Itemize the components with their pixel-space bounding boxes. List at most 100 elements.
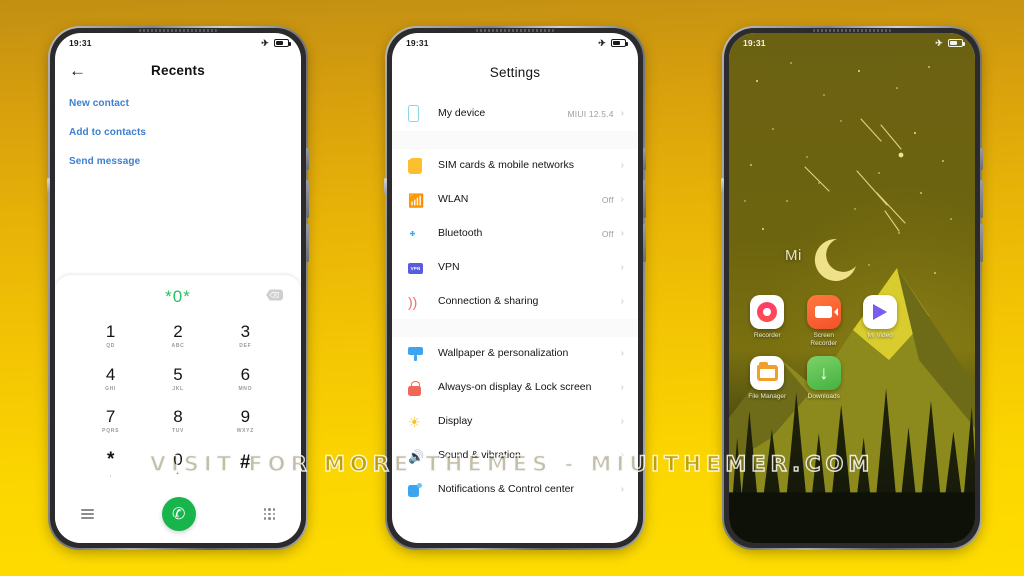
- side-button-volume-down[interactable]: [306, 180, 309, 218]
- key-digit: 3: [240, 322, 251, 342]
- key-9[interactable]: 9 WXYZ: [212, 400, 279, 443]
- app-mi-video[interactable]: Mi Video: [852, 295, 909, 348]
- downloads-app-icon: ↓: [806, 356, 841, 391]
- side-button-volume-down[interactable]: [980, 180, 983, 218]
- battery-icon: [274, 39, 291, 47]
- status-icons: ✈: [598, 38, 628, 48]
- key-star[interactable]: * ,: [77, 443, 144, 486]
- chevron-right-icon: ›: [620, 107, 624, 119]
- side-button-volume-down[interactable]: [643, 180, 646, 218]
- settings-row-display[interactable]: ☀ Display ›: [392, 405, 638, 439]
- key-digit: 7: [105, 407, 116, 427]
- chevron-right-icon: ›: [620, 296, 624, 307]
- mi-widget-text: Mi: [785, 247, 802, 264]
- settings-row-label: Always-on display & Lock screen: [438, 381, 592, 394]
- wifi-icon: 📶: [408, 193, 425, 208]
- earpiece-speaker: [813, 29, 891, 32]
- keypad-grid-icon[interactable]: [263, 508, 275, 520]
- key-6[interactable]: 6 MNO: [212, 358, 279, 401]
- key-2[interactable]: 2 ABC: [144, 315, 211, 358]
- backspace-icon[interactable]: ⌫: [266, 289, 283, 301]
- action-send-message[interactable]: Send message: [69, 147, 287, 176]
- key-digit: 6: [240, 364, 251, 384]
- settings-row-wallpaper[interactable]: Wallpaper & personalization ›: [392, 337, 638, 371]
- app-label: Mi Video: [867, 332, 893, 339]
- key-sublabel: DEF: [239, 343, 252, 350]
- chevron-right-icon: ›: [620, 450, 624, 461]
- status-bar: 19:31 ✈: [729, 33, 975, 53]
- call-button[interactable]: ✆: [161, 497, 196, 531]
- home-wallpaper: 19:31 ✈ Mi Recorder Screen Recorder Mi V…: [729, 33, 975, 543]
- status-time: 19:31: [743, 38, 766, 48]
- key-8[interactable]: 8 TUV: [144, 400, 211, 443]
- recents-actions-list: New contact Add to contacts Send message: [55, 89, 301, 176]
- settings-row-my-device[interactable]: My device MIUI 12.5.4 ›: [392, 96, 638, 131]
- settings-row-label: VPN: [438, 261, 460, 274]
- action-add-to-contacts[interactable]: Add to contacts: [69, 118, 287, 147]
- key-hash[interactable]: #: [212, 443, 279, 486]
- settings-row-sim-cards[interactable]: SIM cards & mobile networks ›: [392, 149, 638, 183]
- key-digit: 1: [105, 322, 116, 342]
- recorder-app-icon: [750, 295, 785, 329]
- settings-row-value: Off: [601, 229, 614, 239]
- sound-icon: 🔊: [408, 448, 425, 464]
- dialer-keypad: 1 QD 2 ABC 3 DEF 4 GHI 5 JKL 6 MNO 7 PQR…: [55, 315, 301, 489]
- call-icon: ✆: [172, 506, 186, 523]
- app-label: Screen Recorder: [810, 332, 838, 348]
- chevron-right-icon: ›: [620, 194, 624, 205]
- app-downloads[interactable]: ↓ Downloads: [796, 356, 853, 401]
- side-button-volume-up[interactable]: [643, 148, 646, 170]
- settings-row-notifications[interactable]: Notifications & Control center ›: [392, 473, 638, 507]
- key-0[interactable]: 0 +: [144, 443, 211, 486]
- key-digit: 4: [105, 364, 116, 384]
- settings-row-label: Display: [438, 415, 473, 428]
- side-button-power[interactable]: [306, 224, 309, 262]
- app-screen-recorder[interactable]: Screen Recorder: [796, 295, 853, 348]
- key-sublabel: ,: [109, 471, 112, 478]
- key-4[interactable]: 4 GHI: [77, 358, 144, 401]
- airplane-mode-icon: ✈: [935, 37, 943, 48]
- action-new-contact[interactable]: New contact: [69, 89, 287, 118]
- side-button-left[interactable]: [721, 178, 724, 194]
- settings-row-label: My device: [438, 106, 486, 119]
- settings-group-network: SIM cards & mobile networks › 📶 WLAN Off…: [392, 149, 638, 319]
- settings-row-connection-sharing[interactable]: )) Connection & sharing ›: [392, 285, 638, 319]
- key-sublabel: TUV: [171, 428, 185, 435]
- dialed-number: *0*: [165, 287, 191, 306]
- key-sublabel: JKL: [172, 385, 184, 392]
- side-button-left[interactable]: [384, 178, 387, 194]
- settings-row-bluetooth[interactable]: ᛭ Bluetooth Off ›: [392, 217, 638, 251]
- key-sublabel: GHI: [105, 385, 117, 392]
- settings-row-label: Sound & vibration: [438, 449, 521, 462]
- key-3[interactable]: 3 DEF: [212, 315, 279, 358]
- status-bar: 19:31 ✈: [55, 33, 301, 53]
- battery-icon: [948, 39, 965, 47]
- settings-row-wlan[interactable]: 📶 WLAN Off ›: [392, 183, 638, 217]
- app-file-manager[interactable]: File Manager: [739, 356, 796, 401]
- side-button-volume-up[interactable]: [980, 148, 983, 170]
- side-button-power[interactable]: [980, 224, 983, 262]
- side-button-volume-up[interactable]: [306, 148, 309, 170]
- hamburger-menu-icon[interactable]: [81, 509, 94, 519]
- settings-row-label: SIM cards & mobile networks: [438, 159, 574, 172]
- dialer-bottom-bar: ✆: [55, 489, 301, 543]
- settings-row-lock-screen[interactable]: Always-on display & Lock screen ›: [392, 371, 638, 405]
- side-button-power[interactable]: [643, 224, 646, 262]
- phone3-screen: 19:31 ✈ Mi Recorder Screen Recorder Mi V…: [729, 33, 975, 543]
- settings-row-value: MIUI 12.5.4: [567, 108, 614, 119]
- settings-group-divider: [392, 131, 638, 149]
- key-1[interactable]: 1 QD: [77, 315, 144, 358]
- side-button-left[interactable]: [47, 178, 50, 194]
- settings-row-vpn[interactable]: VPN VPN ›: [392, 251, 638, 285]
- settings-row-label: WLAN: [438, 193, 469, 206]
- device-phone-icon: [408, 105, 438, 122]
- screen-recorder-app-icon: [806, 295, 841, 329]
- key-digit: 0: [173, 449, 183, 469]
- phone-mockup-dialer: 19:31 ✈ ← Recents New contact Add to con…: [47, 26, 309, 550]
- notifications-icon: [408, 483, 438, 497]
- key-7[interactable]: 7 PQRS: [77, 400, 144, 443]
- recents-header: ← Recents: [55, 53, 301, 89]
- app-recorder[interactable]: Recorder: [739, 295, 796, 348]
- settings-row-sound[interactable]: 🔊 Sound & vibration ›: [392, 439, 638, 473]
- key-5[interactable]: 5 JKL: [144, 358, 211, 401]
